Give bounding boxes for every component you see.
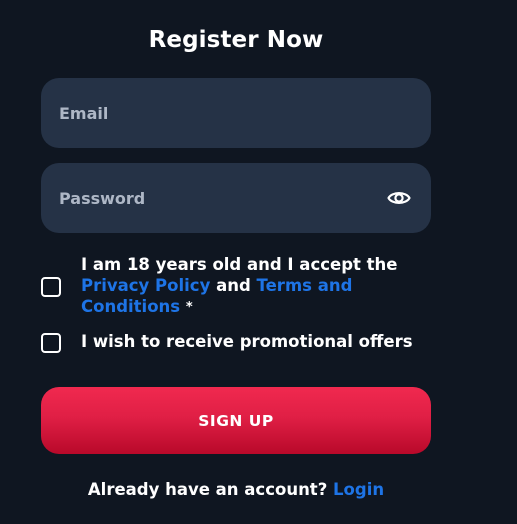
register-page: Register Now I am 18 years old and I acc… [0,0,517,524]
promo-offers-row: I wish to receive promotional offers [41,331,441,355]
age-terms-checkbox[interactable] [41,277,61,297]
age-terms-row: I am 18 years old and I accept the Priva… [41,254,441,318]
email-field-container [41,78,431,148]
age-terms-label: I am 18 years old and I accept the Priva… [81,254,411,318]
and-text: and [216,276,251,295]
email-field[interactable] [41,78,431,148]
promo-offers-checkbox[interactable] [41,333,61,353]
age-terms-text: I am 18 years old and I accept the [81,255,398,274]
password-field-container [41,163,431,233]
eye-icon[interactable] [387,187,411,209]
required-mark: * [185,300,193,315]
privacy-policy-link[interactable]: Privacy Policy [81,276,210,295]
password-field[interactable] [41,163,431,233]
sign-up-button[interactable]: SIGN UP [41,387,431,454]
login-link[interactable]: Login [333,480,384,499]
promo-offers-label: I wish to receive promotional offers [81,332,413,351]
login-question: Already have an account? [87,480,328,499]
page-title: Register Now [148,27,324,53]
login-prompt: Already have an account? Login [41,480,431,499]
